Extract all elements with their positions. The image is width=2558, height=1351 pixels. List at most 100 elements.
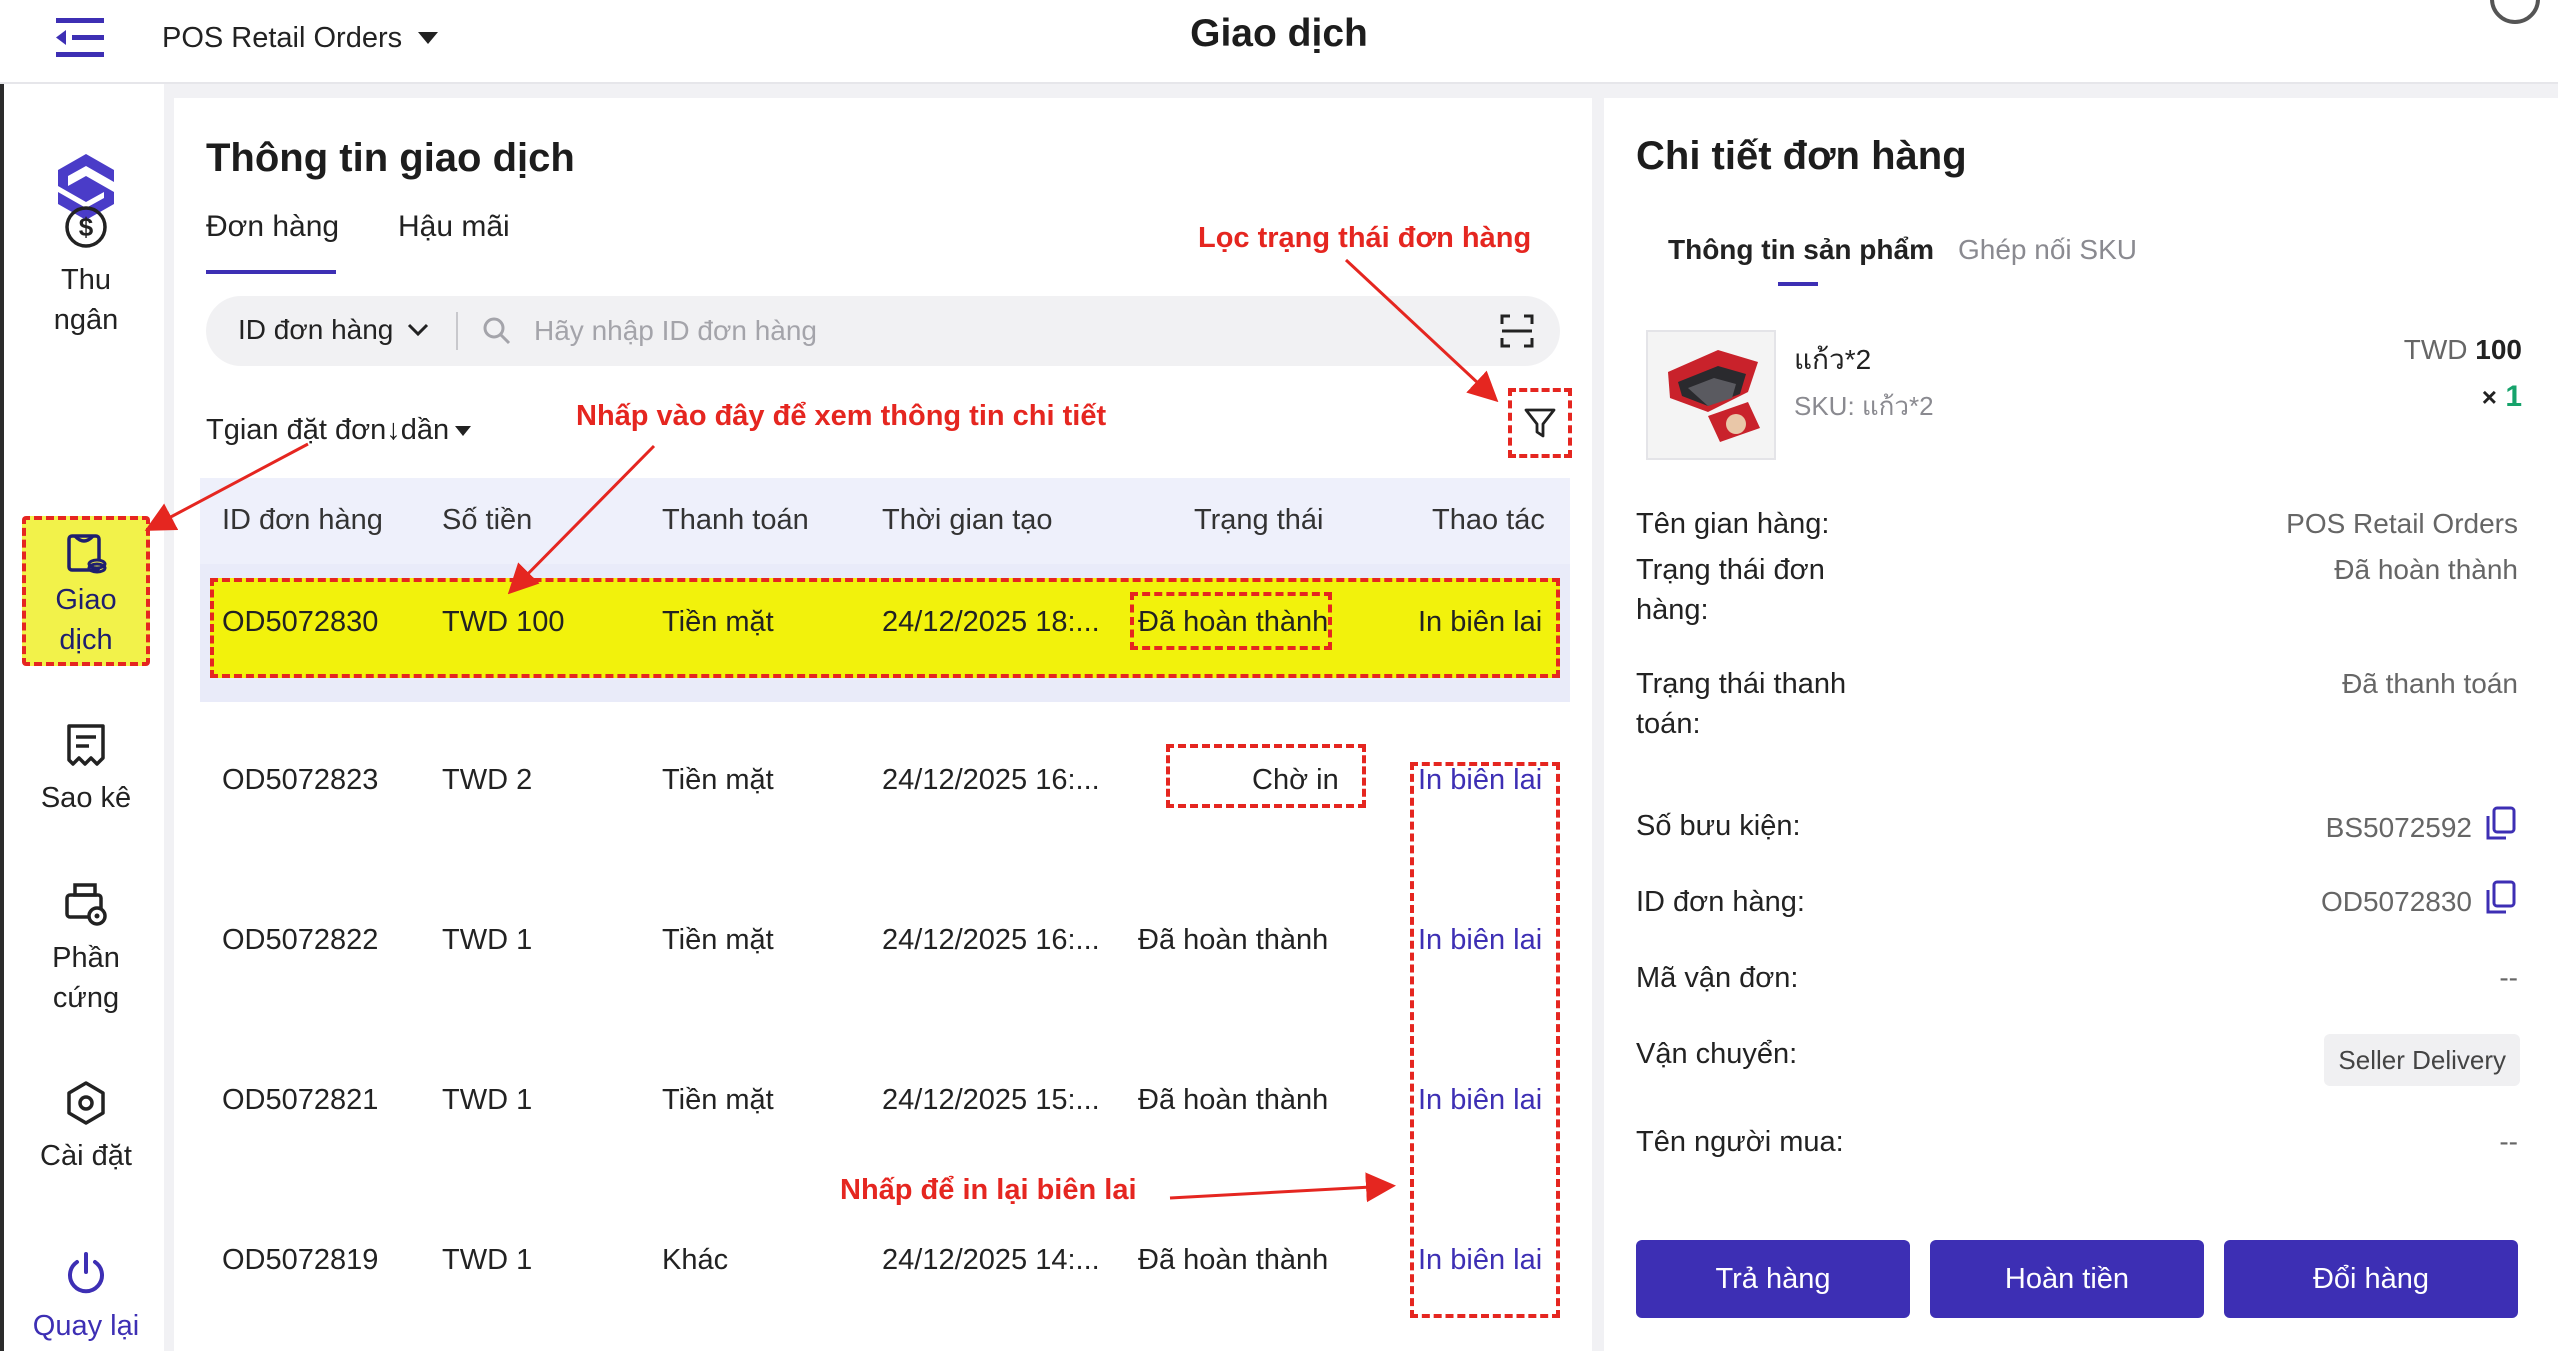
order-status: Chờ in bbox=[1252, 764, 1339, 796]
order-payment: Khác bbox=[662, 1244, 729, 1276]
receipt-bag-icon bbox=[67, 534, 107, 574]
order-id: OD5072821 bbox=[222, 1084, 379, 1116]
tab-after-sales[interactable]: Hậu mãi bbox=[398, 210, 510, 244]
detail-label-line: toán: bbox=[1636, 708, 1701, 740]
product-name: แก้ว*2 bbox=[1794, 344, 1872, 375]
tab-product-info[interactable]: Thông tin sản phẩm bbox=[1668, 234, 1934, 266]
refund-button[interactable]: Hoàn tiền bbox=[1930, 1240, 2204, 1318]
order-time: 24/12/2025 14:... bbox=[882, 1244, 1100, 1276]
active-tab-indicator bbox=[206, 270, 336, 274]
printer-gear-icon bbox=[65, 883, 107, 926]
active-tab-indicator bbox=[1778, 282, 1818, 286]
order-payment: Tiền mặt bbox=[662, 1084, 774, 1116]
filter-icon bbox=[1524, 408, 1556, 438]
power-icon bbox=[68, 1252, 104, 1294]
sidebar-item-cashier[interactable]: $ Thu ngân bbox=[22, 204, 150, 340]
return-button[interactable]: Trả hàng bbox=[1636, 1240, 1910, 1318]
sidebar-item-transactions[interactable]: Giao dịch bbox=[22, 516, 150, 666]
search-type-label: ID đơn hàng bbox=[238, 314, 394, 345]
page-title: Giao dịch bbox=[1190, 12, 1368, 55]
sidebar: $ Thu ngân Giao dịch Sao kê Phần cứng Cà… bbox=[0, 84, 164, 1351]
panel-title: Chi tiết đơn hàng bbox=[1636, 134, 1967, 178]
detail-label: Trạng thái thanh toán: bbox=[1636, 664, 1846, 744]
detail-label: Vận chuyển: bbox=[1636, 1038, 1798, 1070]
sidebar-item-label: cứng bbox=[52, 982, 120, 1014]
detail-value: -- bbox=[2499, 1126, 2518, 1157]
transaction-panel: Thông tin giao dịch Đơn hàng Hậu mãi ID … bbox=[174, 98, 1592, 1351]
detail-label: ID đơn hàng: bbox=[1636, 886, 1805, 918]
dollar-circle-icon: $ bbox=[65, 206, 107, 248]
order-payment: Tiền mặt bbox=[662, 606, 774, 638]
search-icon bbox=[483, 317, 511, 345]
chevron-down-icon bbox=[408, 323, 429, 337]
caret-down-icon bbox=[455, 425, 472, 436]
order-id: OD5072819 bbox=[222, 1244, 379, 1276]
sidebar-item-back[interactable]: Quay lại bbox=[22, 1250, 150, 1346]
detail-value: POS Retail Orders bbox=[2286, 508, 2518, 539]
table-row[interactable]: OD5072823 TWD 2 Tiền mặt 24/12/2025 16:.… bbox=[200, 702, 1570, 860]
copy-icon[interactable] bbox=[2484, 806, 2518, 842]
sort-label: Tgian đặt đơn↓dần bbox=[206, 414, 450, 446]
table-row[interactable]: OD5072821 TWD 1 Tiền mặt 24/12/2025 15:.… bbox=[200, 1022, 1570, 1180]
search-input[interactable] bbox=[534, 310, 1434, 352]
detail-value: BS5072592 bbox=[2325, 812, 2472, 843]
table-header: ID đơn hàng Số tiền Thanh toán Thời gian… bbox=[200, 478, 1570, 564]
sidebar-item-settings[interactable]: Cài đặt bbox=[22, 1080, 150, 1176]
table-row[interactable]: OD5072830 TWD 100 Tiền mặt 24/12/2025 18… bbox=[200, 564, 1570, 702]
detail-label: Số bưu kiện: bbox=[1636, 810, 1801, 842]
order-status: Đã hoàn thành bbox=[1138, 924, 1329, 956]
sidebar-item-hardware[interactable]: Phần cứng bbox=[22, 882, 150, 1018]
product-sku: SKU: แก้ว*2 bbox=[1794, 391, 1934, 421]
sidebar-item-label: Thu bbox=[61, 264, 111, 296]
sidebar-item-statement[interactable]: Sao kê bbox=[22, 722, 150, 818]
annotation-reprint: Nhấp để in lại biên lai bbox=[840, 1174, 1137, 1206]
sidebar-item-label: Cài đặt bbox=[40, 1140, 132, 1172]
price-currency: TWD bbox=[2403, 334, 2468, 365]
order-time: 24/12/2025 18:... bbox=[882, 606, 1100, 638]
shipping-method-chip: Seller Delivery bbox=[2324, 1034, 2520, 1086]
settings-hex-icon bbox=[67, 1081, 105, 1125]
order-amount: TWD 1 bbox=[442, 1244, 533, 1276]
product-price: TWD 100 bbox=[2404, 334, 2522, 366]
copy-icon[interactable] bbox=[2484, 880, 2518, 916]
panel-title: Thông tin giao dịch bbox=[206, 136, 575, 180]
product-quantity: × 1 bbox=[2482, 380, 2522, 414]
order-payment: Tiền mặt bbox=[662, 764, 774, 796]
detail-value: -- bbox=[2499, 962, 2518, 993]
sort-dropdown[interactable]: Tgian đặt đơn↓dần bbox=[206, 414, 472, 447]
product-thumbnail bbox=[1646, 330, 1776, 460]
order-status: Đã hoàn thành bbox=[1138, 1084, 1329, 1116]
exchange-button[interactable]: Đổi hàng bbox=[2224, 1240, 2518, 1318]
table-row[interactable]: OD5072822 TWD 1 Tiền mặt 24/12/2025 16:.… bbox=[200, 862, 1570, 1020]
top-bar: POS Retail Orders Giao dịch bbox=[0, 0, 2558, 84]
tab-sku-matching[interactable]: Ghép nối SKU bbox=[1958, 234, 2137, 266]
order-amount: TWD 1 bbox=[442, 924, 533, 956]
order-status: Đã hoàn thành bbox=[1138, 1244, 1329, 1276]
order-detail-panel: Chi tiết đơn hàng Thông tin sản phẩm Ghé… bbox=[1604, 98, 2558, 1351]
order-time: 24/12/2025 16:... bbox=[882, 924, 1100, 956]
detail-value: Đã thanh toán bbox=[2342, 668, 2518, 699]
column-header: Số tiền bbox=[442, 504, 533, 536]
order-id: OD5072823 bbox=[222, 764, 379, 796]
order-time: 24/12/2025 16:... bbox=[882, 764, 1100, 796]
search-type-dropdown[interactable]: ID đơn hàng bbox=[238, 314, 429, 346]
detail-value: Đã hoàn thành bbox=[2334, 554, 2518, 585]
detail-label-line: Trạng thái thanh bbox=[1636, 668, 1847, 700]
qty-prefix: × bbox=[2481, 382, 2497, 412]
detail-label: Tên gian hàng: bbox=[1636, 508, 1830, 540]
column-header: Thanh toán bbox=[662, 504, 809, 536]
sidebar-item-label: Giao bbox=[55, 584, 117, 616]
detail-value: OD5072830 bbox=[2320, 886, 2472, 917]
filter-button[interactable] bbox=[1508, 388, 1572, 458]
sidebar-item-label: dịch bbox=[59, 624, 113, 656]
tab-orders[interactable]: Đơn hàng bbox=[206, 210, 339, 244]
detail-label: Mã vận đơn: bbox=[1636, 962, 1799, 994]
order-id: OD5072822 bbox=[222, 924, 379, 956]
scan-icon[interactable] bbox=[1500, 312, 1534, 350]
order-amount: TWD 100 bbox=[442, 606, 565, 638]
detail-label-line: hàng: bbox=[1636, 594, 1709, 626]
print-receipt-link[interactable]: In biên lai bbox=[1418, 606, 1542, 639]
column-header: Thời gian tạo bbox=[882, 504, 1053, 536]
order-status: Đã hoàn thành bbox=[1138, 606, 1329, 638]
sidebar-item-label: Quay lại bbox=[32, 1310, 140, 1342]
